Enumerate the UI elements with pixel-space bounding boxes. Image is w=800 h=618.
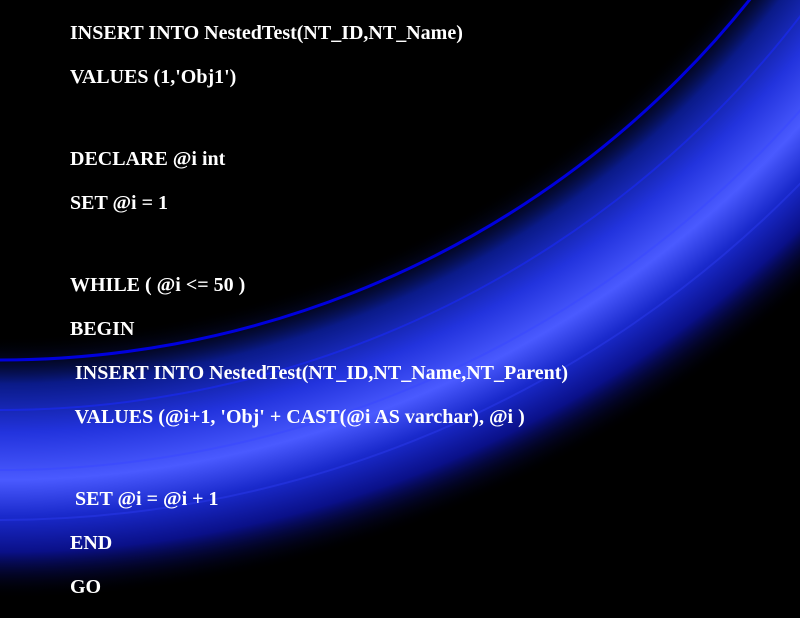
code-line: WHILE ( @i <= 50 ) xyxy=(70,272,568,298)
code-line: GO xyxy=(70,574,568,600)
code-line: SET @i = 1 xyxy=(70,190,568,216)
blank-line xyxy=(70,108,568,128)
code-line: VALUES (@i+1, 'Obj' + CAST(@i AS varchar… xyxy=(70,404,568,430)
sql-code-block: INSERT INTO NestedTest(NT_ID,NT_Name) VA… xyxy=(70,20,568,618)
code-line: VALUES (1,'Obj1') xyxy=(70,64,568,90)
blank-line xyxy=(70,234,568,254)
code-line: SET @i = @i + 1 xyxy=(70,486,568,512)
blank-line xyxy=(70,448,568,468)
code-line: INSERT INTO NestedTest(NT_ID,NT_Name,NT_… xyxy=(70,360,568,386)
code-line: BEGIN xyxy=(70,316,568,342)
code-line: INSERT INTO NestedTest(NT_ID,NT_Name) xyxy=(70,20,568,46)
code-line: DECLARE @i int xyxy=(70,146,568,172)
code-line: END xyxy=(70,530,568,556)
